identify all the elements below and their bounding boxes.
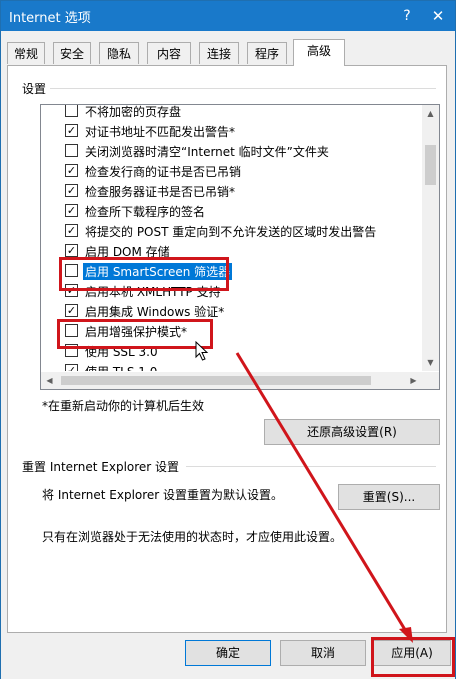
horizontal-scrollbar[interactable]: ◀ ▶: [41, 372, 422, 389]
list-item[interactable]: ✓ 对证书地址不匹配发出警告*: [63, 121, 421, 141]
list-item[interactable]: ✓ 启用 DOM 存储: [63, 241, 421, 261]
mouse-cursor-icon: [195, 341, 209, 361]
scroll-down-icon[interactable]: ▼: [422, 354, 439, 371]
scroll-up-icon[interactable]: ▲: [422, 105, 439, 122]
list-item[interactable]: 不将加密的页存盘: [63, 105, 421, 121]
list-item-label: 对证书地址不匹配发出警告*: [85, 125, 236, 139]
list-item[interactable]: 使用 SSL 3.0: [63, 341, 421, 361]
scroll-right-icon[interactable]: ▶: [405, 372, 422, 389]
list-item[interactable]: ✓ 将提交的 POST 重定向到不允许发送的区域时发出警告: [63, 221, 421, 241]
window-title: Internet 选项: [9, 11, 91, 26]
reset-note: 只有在浏览器处于无法使用的状态时，才应使用此设置。: [42, 530, 343, 544]
tab-advanced[interactable]: 高级: [293, 39, 345, 66]
tab-privacy[interactable]: 隐私: [99, 42, 139, 64]
vertical-scrollbar[interactable]: ▲ ▼: [422, 105, 439, 371]
list-item-smartscreen[interactable]: 启用 SmartScreen 筛选器: [63, 261, 421, 281]
checkbox[interactable]: [65, 324, 78, 337]
checkbox[interactable]: ✓: [65, 224, 78, 237]
title-bar: Internet 选项 ? ✕: [1, 1, 455, 31]
scroll-left-icon[interactable]: ◀: [41, 372, 58, 389]
reset-button[interactable]: 重置(S)...: [338, 484, 440, 510]
checkbox[interactable]: ✓: [65, 204, 78, 217]
checkbox[interactable]: ✓: [65, 164, 78, 177]
list-item-enhanced-protected-mode[interactable]: 启用增强保护模式*: [63, 321, 421, 341]
list-item[interactable]: ✓ 检查发行商的证书是否已吊销: [63, 161, 421, 181]
checkbox[interactable]: ✓: [65, 184, 78, 197]
list-item-label: 不将加密的页存盘: [85, 105, 182, 119]
list-item-label: 检查发行商的证书是否已吊销: [85, 165, 242, 179]
reset-description: 将 Internet Explorer 设置重置为默认设置。: [42, 488, 284, 502]
advanced-panel: 设置 不将加密的页存盘 ✓ 对证书地址不匹配发出警告* 关闭浏览器时清空“Int…: [7, 65, 447, 633]
list-item-label: 检查所下载程序的签名: [85, 205, 206, 219]
tab-security[interactable]: 安全: [53, 42, 91, 64]
list-item-label: 使用 SSL 3.0: [85, 345, 158, 359]
list-item[interactable]: ✓ 使用 TLS 1.0: [63, 361, 421, 371]
vertical-scroll-thumb[interactable]: [425, 145, 436, 185]
apply-button[interactable]: 应用(A): [373, 640, 451, 666]
restart-note: *在重新启动你的计算机后生效: [42, 399, 205, 413]
list-item-label: 检查服务器证书是否已吊销*: [85, 185, 236, 199]
list-item-label: 关闭浏览器时清空“Internet 临时文件”文件夹: [85, 145, 329, 159]
horizontal-scroll-thumb[interactable]: [61, 376, 371, 385]
checkbox[interactable]: [65, 344, 78, 357]
list-item-label: 启用 DOM 存储: [85, 245, 170, 259]
list-item-label: 启用本机 XMLHTTP 支持: [85, 285, 221, 299]
checkbox[interactable]: [65, 105, 78, 117]
tab-general[interactable]: 常规: [7, 42, 45, 64]
dialog-button-bar: 确定 取消 应用(A): [1, 633, 455, 679]
list-item[interactable]: ✓ 检查服务器证书是否已吊销*: [63, 181, 421, 201]
settings-list-items: 不将加密的页存盘 ✓ 对证书地址不匹配发出警告* 关闭浏览器时清空“Intern…: [41, 105, 421, 371]
list-item-label: 使用 TLS 1.0: [85, 363, 157, 371]
list-item[interactable]: 关闭浏览器时清空“Internet 临时文件”文件夹: [63, 141, 421, 161]
tab-programs[interactable]: 程序: [247, 42, 287, 64]
checkbox[interactable]: ✓: [65, 364, 78, 371]
close-button[interactable]: ✕: [421, 1, 455, 31]
list-item-label: 启用集成 Windows 验证*: [85, 305, 225, 319]
reset-group-divider: [186, 466, 436, 467]
list-item[interactable]: ✓ 检查所下载程序的签名: [63, 201, 421, 221]
internet-options-dialog: Internet 选项 ? ✕ 常规 安全 隐私 内容 连接 程序 高级 设置 …: [0, 0, 456, 679]
cancel-button[interactable]: 取消: [280, 640, 366, 666]
checkbox[interactable]: [65, 144, 78, 157]
checkbox[interactable]: [65, 264, 78, 277]
checkbox[interactable]: ✓: [65, 124, 78, 137]
list-item-label: 将提交的 POST 重定向到不允许发送的区域时发出警告: [85, 225, 377, 239]
ok-button[interactable]: 确定: [185, 640, 271, 666]
checkbox[interactable]: ✓: [65, 304, 78, 317]
settings-group-label: 设置: [22, 82, 47, 96]
settings-group-divider: [50, 88, 436, 89]
reset-group-label: 重置 Internet Explorer 设置: [22, 460, 180, 474]
tab-content[interactable]: 内容: [147, 42, 191, 64]
help-button[interactable]: ?: [393, 1, 421, 31]
restore-advanced-settings-button[interactable]: 还原高级设置(R): [264, 419, 440, 445]
settings-list[interactable]: 不将加密的页存盘 ✓ 对证书地址不匹配发出警告* 关闭浏览器时清空“Intern…: [40, 104, 440, 390]
checkbox[interactable]: ✓: [65, 284, 78, 297]
checkbox[interactable]: ✓: [65, 244, 78, 257]
list-item-label: 启用 SmartScreen 筛选器: [83, 263, 233, 280]
scrollbar-corner: [422, 372, 439, 389]
tab-connections[interactable]: 连接: [199, 42, 239, 64]
list-item[interactable]: ✓ 启用集成 Windows 验证*: [63, 301, 421, 321]
list-item[interactable]: ✓ 启用本机 XMLHTTP 支持: [63, 281, 421, 301]
list-item-label: 启用增强保护模式*: [85, 325, 188, 339]
